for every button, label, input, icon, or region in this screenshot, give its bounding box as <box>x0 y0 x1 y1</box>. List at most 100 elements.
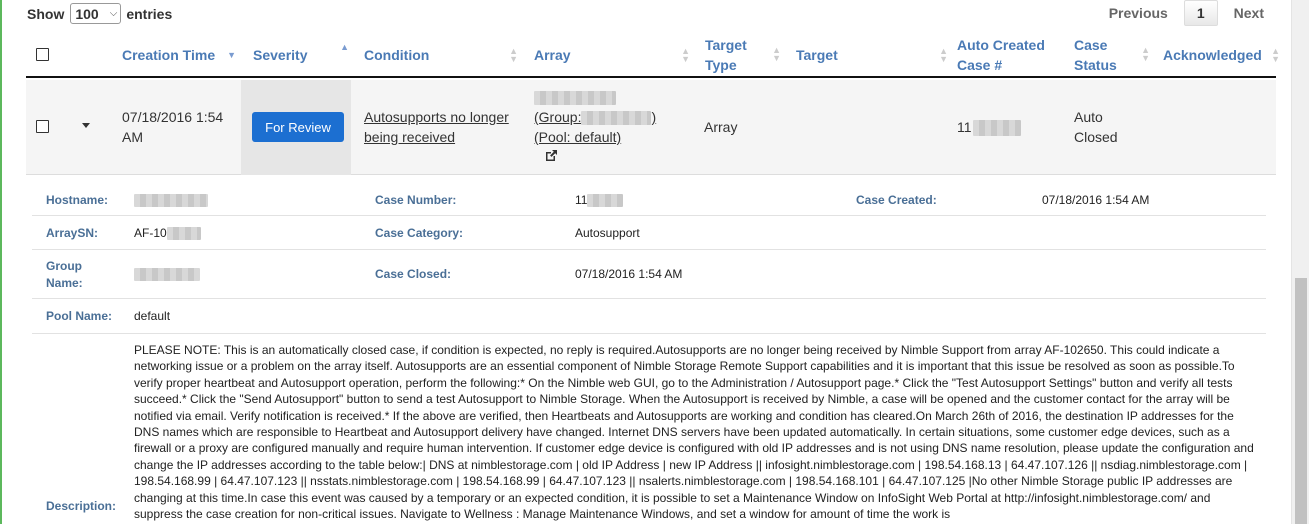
condition-link[interactable]: Autosupports no longer being received <box>364 107 509 147</box>
detail-row: Hostname: Case Number: 11 Case Created: … <box>32 184 1266 216</box>
column-acknowledged[interactable]: Acknowledged ▲ ▼ <box>1163 33 1280 76</box>
array-group-prefix: (Group: <box>534 109 582 125</box>
column-auto-case-label-1: Auto Created <box>957 36 1045 53</box>
pool-name-label: Pool Name: <box>46 309 113 323</box>
redacted-case-number <box>972 120 1021 137</box>
sort-icon: ▲ ▼ <box>681 45 690 64</box>
detail-row: ArraySN: AF-10 Case Category: Autosuppor… <box>32 216 1266 250</box>
column-target-type[interactable]: Target Type ▲ ▼ <box>705 33 785 76</box>
array-group-suffix: ) <box>651 109 657 125</box>
table-row[interactable]: 07/18/2016 1:54 AM For Review Autosuppor… <box>26 80 1276 175</box>
group-name-label-line-2: Name: <box>46 276 83 290</box>
array-group: (Group:) <box>534 107 656 127</box>
length-menu: Show 100 ⌵ entries <box>27 3 172 24</box>
external-link-icon[interactable] <box>544 149 558 163</box>
case-category-label: Case Category: <box>375 226 464 240</box>
case-created-label: Case Created: <box>856 193 937 207</box>
arraysn-value: AF-10 <box>134 225 201 242</box>
arraysn-label: ArraySN: <box>46 226 99 240</box>
array-name-redacted <box>534 87 656 107</box>
column-case-status[interactable]: Case Status ▲ ▼ <box>1074 33 1154 76</box>
column-target-type-label-1: Target <box>705 36 747 53</box>
redacted-group-name <box>581 111 652 126</box>
page-1-button[interactable]: 1 <box>1183 0 1218 26</box>
description-text: PLEASE NOTE: This is an automatically cl… <box>134 343 1254 522</box>
hostname-label: Hostname: <box>46 193 109 207</box>
detail-row: Pool Name: default <box>32 299 1266 334</box>
expand-caret-icon[interactable] <box>82 123 90 128</box>
case-status-cell: Auto Closed <box>1074 107 1118 147</box>
column-target-type-label-2: Type <box>705 56 737 73</box>
case-number-label: Case Number: <box>375 193 457 207</box>
creation-time-line-1: 07/18/2016 1:54 <box>122 109 224 125</box>
column-auto-created-case[interactable]: Auto Created Case # <box>957 33 1067 76</box>
arraysn-prefix: AF-10 <box>134 226 167 240</box>
column-acknowledged-label: Acknowledged <box>1163 46 1262 63</box>
sort-desc-icon: ▼ <box>227 50 236 60</box>
column-array-label: Array <box>534 46 571 63</box>
sort-icon: ▲ ▼ <box>509 45 518 64</box>
case-number-value: 11 <box>575 192 624 209</box>
group-name-label: Group Name: <box>46 258 83 292</box>
condition-line-2: being received <box>364 129 456 145</box>
case-closed-label: Case Closed: <box>375 267 452 281</box>
group-name-value <box>134 266 200 283</box>
column-creation-time-label: Creation Time <box>122 46 216 63</box>
array-pool: (Pool: default) <box>534 129 622 145</box>
column-condition-label: Condition <box>364 46 430 63</box>
creation-time-cell: 07/18/2016 1:54 AM <box>122 107 223 147</box>
entries-label: entries <box>126 5 173 22</box>
column-severity[interactable]: Severity ▲ <box>253 33 353 76</box>
sort-icon: ▲ ▼ <box>1141 45 1150 63</box>
show-label: Show <box>27 5 65 22</box>
array-link[interactable]: (Group:) (Pool: default) <box>534 87 656 147</box>
case-closed-value: 07/18/2016 1:54 AM <box>575 267 683 281</box>
detail-row: Group Name: Case Closed: 07/18/2016 1:54… <box>32 250 1266 299</box>
pool-name-value: default <box>134 309 171 323</box>
table-toolbar: Show 100 ⌵ entries Previous 1 Next <box>0 0 1290 26</box>
select-all-cell <box>36 33 66 76</box>
creation-time-line-2: AM <box>122 129 143 145</box>
case-created-value: 07/18/2016 1:54 AM <box>1042 193 1150 207</box>
entries-select[interactable]: 100 ⌵ <box>70 3 122 24</box>
table-header: Creation Time ▼ Severity ▲ Condition ▲ ▼ … <box>26 33 1280 78</box>
entries-select-value: 100 <box>75 5 99 22</box>
hostname-value <box>134 192 208 209</box>
previous-page-button[interactable]: Previous <box>1097 1 1180 25</box>
redacted-array-name <box>534 91 616 106</box>
condition-line-1: Autosupports no longer <box>364 109 509 125</box>
column-case-status-label-2: Status <box>1074 56 1117 73</box>
column-case-status-label-1: Case <box>1074 36 1108 53</box>
column-target[interactable]: Target ▲ ▼ <box>796 33 952 76</box>
column-target-label: Target <box>796 46 838 63</box>
column-creation-time[interactable]: Creation Time ▼ <box>122 33 240 76</box>
column-severity-label: Severity <box>253 46 308 63</box>
next-page-button[interactable]: Next <box>1222 1 1276 25</box>
case-status-line-1: Auto <box>1074 109 1103 125</box>
redacted-serial <box>166 227 201 241</box>
sort-icon: ▲ ▼ <box>772 45 781 63</box>
group-name-label-line-1: Group <box>46 259 82 273</box>
row-checkbox[interactable] <box>36 120 49 133</box>
redacted-group-name <box>134 268 200 282</box>
pagination: Previous 1 Next <box>1097 0 1276 26</box>
redacted-hostname <box>134 194 208 208</box>
case-status-line-2: Closed <box>1074 129 1118 145</box>
target-type-cell: Array <box>704 119 738 135</box>
redacted-case-number <box>587 194 624 208</box>
sort-asc-icon: ▲ <box>340 42 349 52</box>
case-number-prefix: 11 <box>957 119 972 135</box>
select-all-checkbox[interactable] <box>36 48 49 61</box>
scrollbar-thumb[interactable] <box>1295 278 1307 524</box>
description-label: Description: <box>46 499 117 513</box>
case-number-value-prefix: 11 <box>575 193 588 207</box>
column-array[interactable]: Array ▲ ▼ <box>534 33 694 76</box>
chevron-down-icon: ⌵ <box>109 8 118 19</box>
vertical-scrollbar[interactable] <box>1291 0 1309 524</box>
for-review-button[interactable]: For Review <box>252 112 344 142</box>
column-auto-case-label-2: Case # <box>957 56 1003 73</box>
window-frame-edge <box>0 0 2 524</box>
case-category-value: Autosupport <box>575 226 640 240</box>
column-condition[interactable]: Condition ▲ ▼ <box>364 33 522 76</box>
auto-case-cell: 11 <box>957 117 1021 137</box>
